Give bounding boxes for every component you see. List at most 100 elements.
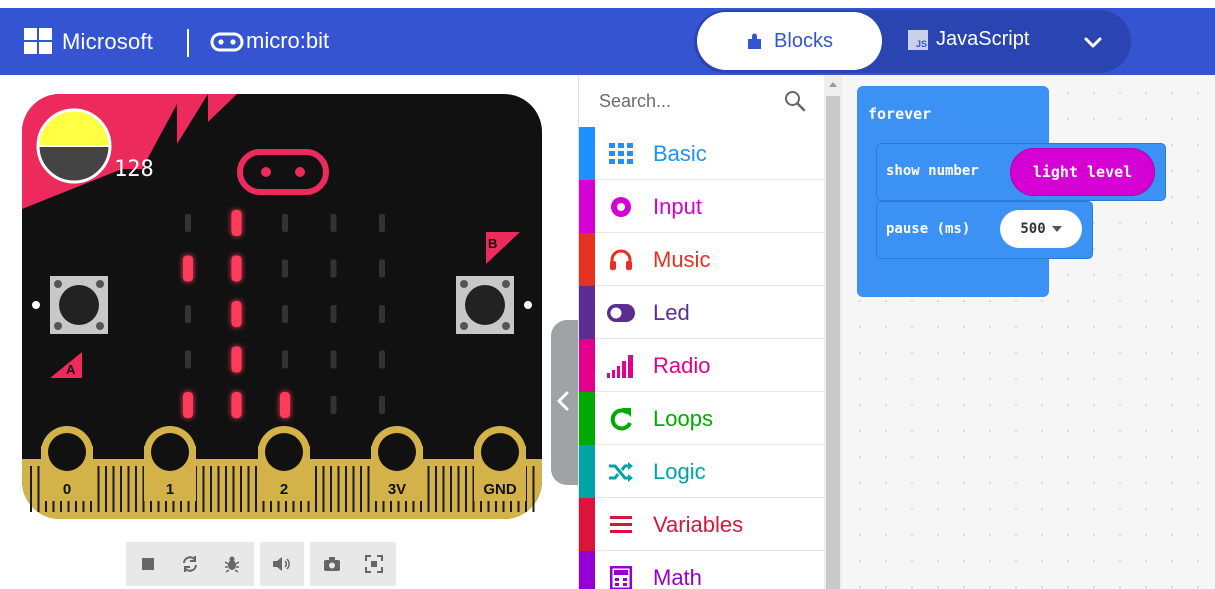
header-divider [187,29,189,57]
led [280,392,290,418]
toolbox: Basic Input Music Led Radio Loops [578,75,825,589]
category-loops[interactable]: Loops [579,392,824,445]
pin-2[interactable]: 2 [258,426,310,501]
collapse-simulator-button[interactable] [551,320,581,485]
led [282,259,288,278]
microsoft-brand-label[interactable]: Microsoft [62,29,153,55]
connector-tooth [127,466,130,512]
led [379,259,385,278]
led [231,392,242,418]
pin-gnd[interactable]: GND [474,426,526,501]
connector-tooth [37,466,40,512]
category-music[interactable]: Music [579,233,824,286]
category-input[interactable]: Input [579,180,824,233]
scroll-up-arrow-icon[interactable] [828,80,838,88]
tab-blocks-label: Blocks [774,29,833,52]
connector-tooth [450,466,452,512]
category-radio[interactable]: Radio [579,339,824,392]
connector-tooth [217,466,220,512]
connector-tooth [442,466,445,512]
category-variables[interactable]: Variables [579,498,824,551]
mute-icon[interactable] [272,554,292,574]
microbit-board[interactable]: 128 A B 0 1 2 3V GND [22,94,542,519]
pin-1[interactable]: 1 [144,426,196,501]
connector-tooth [337,466,340,512]
button-b[interactable] [456,276,514,334]
connector-tooth [360,466,362,512]
chevron-down-icon[interactable] [1080,30,1106,54]
pin-label: GND [483,481,517,498]
connector-tooth [532,466,535,512]
forever-block-label: forever [868,105,932,123]
led [185,350,191,369]
fullscreen-icon[interactable] [364,554,384,574]
light-level-block[interactable]: light level [1010,148,1155,196]
connector-tooth [210,466,212,512]
puzzle-piece-icon [748,33,762,49]
category-led[interactable]: Led [579,286,824,339]
shuffle-icon [607,459,635,485]
pin-label: 2 [280,481,288,498]
search-input[interactable] [599,88,779,114]
category-math[interactable]: Math [579,551,824,589]
toggle-icon [607,300,635,326]
radio-circle-icon [607,194,635,220]
category-color-bar [579,339,595,392]
category-label: Math [653,565,702,589]
toolbar-view-group [310,542,396,586]
connector-tooth [435,466,437,512]
connector-tooth [135,466,137,512]
led [379,396,385,414]
button-a-dot [32,301,40,309]
chevron-left-icon [557,391,569,411]
led [183,255,193,282]
connector-tooth [202,466,205,512]
connector-tooth [112,466,115,512]
category-label: Basic [653,141,707,166]
led [185,214,191,232]
led [282,350,288,369]
restart-icon[interactable] [180,554,200,574]
light-level-sensor[interactable] [36,108,112,184]
simulator-toolbar [126,542,396,586]
category-logic[interactable]: Logic [579,445,824,498]
category-color-bar [579,180,595,233]
category-label: Radio [653,353,711,378]
calculator-icon [607,565,635,589]
category-color-bar [579,233,595,286]
screenshot-icon[interactable] [322,554,342,574]
category-basic[interactable]: Basic [579,127,824,180]
debug-icon[interactable] [222,554,242,574]
pin-label: 0 [63,481,71,498]
category-color-bar [579,551,595,589]
button-a[interactable] [50,276,108,334]
pause-duration-dropdown[interactable]: 500 [1000,210,1082,248]
dropdown-arrow-icon [1051,226,1062,232]
light-level-value: 128 [114,157,154,182]
connector-tooth [97,466,100,512]
led [330,259,337,278]
tab-javascript[interactable]: JS JavaScript [908,28,1029,51]
led [330,350,337,369]
headphones-icon [607,247,635,273]
pin-0[interactable]: 0 [41,426,93,501]
pin-3v[interactable]: 3V [371,426,423,501]
microbit-logo-icon[interactable] [210,32,244,52]
led [231,210,242,236]
button-a-label: A [66,362,76,377]
stop-icon[interactable] [138,554,158,574]
tab-blocks[interactable]: Blocks [697,12,882,70]
category-label: Variables [653,512,744,537]
tab-javascript-label: JavaScript [936,28,1030,50]
category-label: Music [653,247,711,272]
led [379,214,385,232]
connector-tooth [367,466,370,512]
javascript-file-icon: JS [908,29,928,50]
pause-duration-value: 500 [1020,221,1046,237]
search-icon[interactable] [783,89,807,113]
microbit-brand-label[interactable]: micro:bit [246,28,329,54]
connector-tooth [120,466,122,512]
toolbox-scrollbar-thumb[interactable] [826,96,840,589]
simulator: 128 A B 0 1 2 3V GND [22,94,542,586]
microsoft-logo-icon[interactable] [24,28,54,56]
